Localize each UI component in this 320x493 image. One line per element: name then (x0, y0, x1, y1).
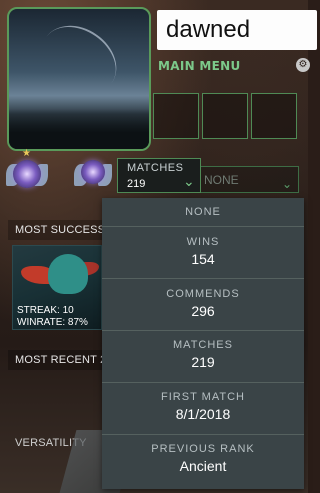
option-value: 219 (191, 354, 215, 370)
option-label: MATCHES (173, 339, 233, 351)
featured-slot-3[interactable] (251, 93, 297, 139)
divider (102, 226, 304, 227)
hero-winrate: WINRATE: 87% (17, 317, 88, 328)
dropdown-option-matches[interactable]: MATCHES 219 (102, 339, 304, 370)
rank-medal-gem (13, 160, 41, 188)
option-value: Ancient (179, 458, 227, 474)
dropdown-option-previous-rank[interactable]: PREVIOUS RANK Ancient (102, 443, 304, 474)
dropdown-option-none[interactable]: NONE (102, 206, 304, 218)
hero-streak: STREAK: 10 (17, 305, 74, 316)
previous-rank-medal-icon (72, 150, 114, 202)
most-successful-title: MOST SUCCESSF (15, 224, 113, 236)
hero-card[interactable]: STREAK: 10 WINRATE: 87% (12, 245, 102, 330)
previous-medal-gem (81, 160, 105, 184)
rank-medal-icon: ★ (6, 148, 48, 202)
rank-star-icon: ★ (22, 148, 31, 159)
gear-icon[interactable]: ⚙ (296, 58, 310, 72)
most-recent-title: MOST RECENT 2 (15, 354, 107, 366)
dropdown-option-wins[interactable]: WINS 154 (102, 236, 304, 267)
secondary-selector-dropdown[interactable]: NONE ⌄ (199, 166, 299, 193)
divider (102, 330, 304, 331)
profile-portrait[interactable] (7, 7, 151, 151)
option-value: 154 (191, 251, 215, 267)
featured-slot-2[interactable] (202, 93, 248, 139)
divider (102, 382, 304, 383)
divider (102, 278, 304, 279)
main-menu-link[interactable]: MAIN MENU (158, 59, 241, 73)
dropdown-option-commends[interactable]: COMMENDS 296 (102, 288, 304, 319)
portrait-sky-streak (28, 11, 130, 109)
option-label: WINS (186, 236, 220, 248)
option-value: 8/1/2018 (175, 406, 231, 422)
divider (102, 434, 304, 435)
option-label: PREVIOUS RANK (151, 443, 255, 455)
option-label: NONE (185, 206, 221, 218)
stat-selector-label: MATCHES (127, 162, 184, 174)
option-label: FIRST MATCH (161, 391, 245, 403)
stat-selector-value: 219 (127, 178, 146, 190)
dropdown-option-first-match[interactable]: FIRST MATCH 8/1/2018 (102, 391, 304, 422)
hero-portrait (48, 254, 88, 294)
option-value: 296 (191, 303, 215, 319)
featured-slot-1[interactable] (153, 93, 199, 139)
stat-dropdown-menu[interactable]: NONE WINS 154 COMMENDS 296 MATCHES 219 F… (102, 198, 304, 489)
portrait-treeline (9, 109, 149, 149)
stat-selector-dropdown[interactable]: MATCHES 219 ⌄ (117, 158, 201, 193)
secondary-selector-label: NONE (204, 173, 239, 187)
player-name-field[interactable]: dawned (157, 10, 317, 50)
chevron-down-icon[interactable]: ⌄ (183, 174, 195, 190)
option-label: COMMENDS (166, 288, 240, 300)
chevron-down-icon[interactable]: ⌄ (282, 177, 292, 191)
